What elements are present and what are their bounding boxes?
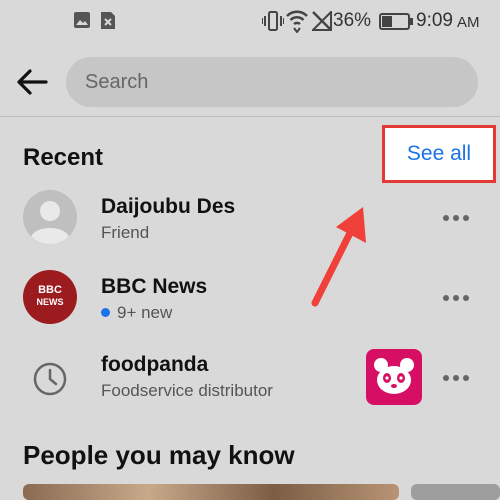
see-all-button[interactable]: See all bbox=[382, 125, 496, 183]
recent-item-foodpanda[interactable]: foodpanda Foodservice distributor bbox=[0, 342, 500, 412]
search-bar[interactable] bbox=[66, 57, 478, 107]
recent-item-title: foodpanda bbox=[101, 353, 209, 376]
default-avatar-icon bbox=[23, 190, 77, 244]
news-logo-text: NEWS bbox=[36, 297, 64, 307]
people-card[interactable] bbox=[23, 484, 399, 500]
bbc-logo-text: BBC bbox=[38, 284, 62, 296]
more-options-icon[interactable] bbox=[443, 373, 469, 383]
recent-item-daijoubu-des[interactable]: Daijoubu Des Friend bbox=[0, 182, 500, 252]
people-you-may-know-heading: People you may know bbox=[23, 440, 295, 470]
clock-time: 9:09 bbox=[416, 10, 453, 31]
foodpanda-logo-icon[interactable] bbox=[366, 349, 422, 405]
recent-item-subtitle-row: 9+ new bbox=[101, 303, 172, 323]
clock-ampm: AM bbox=[457, 14, 480, 31]
vibrate-icon bbox=[262, 11, 284, 31]
header-divider bbox=[0, 116, 500, 117]
new-indicator-dot bbox=[101, 308, 110, 318]
recent-item-subtitle: Friend bbox=[101, 223, 150, 242]
image-notification-icon bbox=[74, 12, 90, 28]
clock-icon bbox=[33, 362, 67, 396]
more-options-icon[interactable] bbox=[443, 293, 469, 303]
battery-icon bbox=[379, 13, 413, 30]
wifi-icon bbox=[286, 10, 308, 33]
bbc-news-logo-icon: BBC NEWS bbox=[23, 270, 77, 324]
no-signal-icon bbox=[312, 11, 332, 31]
recent-item-title: BBC News bbox=[101, 275, 208, 298]
more-options-icon[interactable] bbox=[443, 213, 469, 223]
status-bar: 36% 9:09 AM bbox=[0, 0, 500, 44]
recent-heading: Recent bbox=[23, 144, 104, 171]
recent-item-bbc-news[interactable]: BBC NEWS BBC News 9+ new bbox=[0, 262, 500, 332]
battery-percent: 36% bbox=[333, 10, 372, 31]
recent-item-title: Daijoubu Des bbox=[101, 195, 236, 218]
recent-item-subtitle: Foodservice distributor bbox=[101, 381, 273, 400]
search-input[interactable] bbox=[83, 69, 447, 95]
file-notification-icon bbox=[101, 12, 115, 29]
back-arrow-icon[interactable] bbox=[14, 64, 50, 100]
see-all-label: See all bbox=[406, 142, 472, 165]
recent-item-subtitle: 9+ new bbox=[117, 303, 173, 322]
people-card[interactable] bbox=[411, 484, 500, 500]
